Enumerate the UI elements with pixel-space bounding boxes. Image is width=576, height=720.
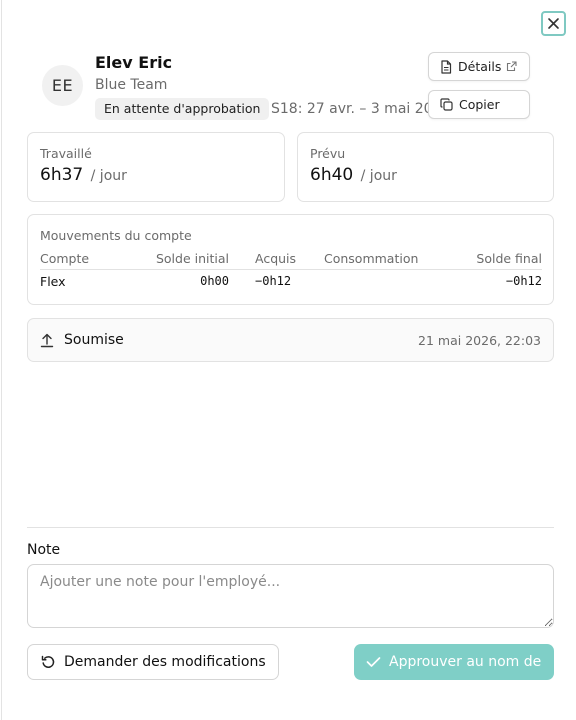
- employee-name: Elev Eric: [95, 53, 173, 72]
- divider: [27, 527, 554, 528]
- account-movements-card: Mouvements du compte Compte Solde initia…: [27, 214, 554, 305]
- column-header-consumption: Consommation: [324, 251, 444, 270]
- worked-unit: / jour: [90, 168, 127, 184]
- note-input[interactable]: [27, 564, 554, 628]
- check-icon: [366, 656, 381, 668]
- approve-label: Approuver au nom de: [389, 654, 542, 670]
- approval-panel: EE Elev Eric Blue Team En attente d'appr…: [1, 0, 576, 720]
- cell-account: Flex: [40, 273, 66, 289]
- worked-label: Travaillé: [40, 146, 92, 161]
- planned-label: Prévu: [310, 146, 346, 161]
- details-button-label: Détails: [458, 59, 502, 74]
- history-item: Soumise 21 mai 2026, 22:03: [27, 318, 554, 362]
- planned-value-row: 6h40 / jour: [310, 165, 397, 185]
- request-changes-label: Demander des modifications: [64, 654, 266, 670]
- column-header-account: Compte: [40, 251, 138, 270]
- history-timestamp: 21 mai 2026, 22:03: [418, 333, 541, 348]
- copy-icon: [440, 98, 453, 111]
- copy-button-label: Copier: [459, 97, 500, 112]
- worked-value: 6h37: [40, 165, 84, 185]
- details-button[interactable]: Détails: [428, 52, 530, 81]
- employee-team: Blue Team: [95, 77, 168, 93]
- worked-value-row: 6h37 / jour: [40, 165, 127, 185]
- table-row: Flex 0h00 −0h12 −0h12: [40, 269, 542, 293]
- close-button[interactable]: [541, 11, 566, 36]
- account-movements-table: Compte Solde initial Acquis Consommation…: [40, 251, 542, 293]
- undo-icon: [40, 654, 56, 670]
- cell-consumption: [324, 269, 444, 293]
- close-icon: [547, 17, 560, 30]
- status-badge: En attente d'approbation: [95, 98, 270, 120]
- column-header-final: Solde final: [444, 251, 542, 270]
- external-link-icon: [506, 61, 517, 72]
- note-label: Note: [27, 542, 61, 558]
- cell-final: −0h12: [505, 274, 542, 289]
- approve-button[interactable]: Approuver au nom de: [354, 644, 554, 680]
- avatar: EE: [42, 65, 83, 106]
- cell-initial: 0h00: [200, 274, 229, 289]
- document-icon: [440, 59, 452, 74]
- planned-value: 6h40: [310, 165, 354, 185]
- upload-icon: [40, 333, 54, 348]
- history-label: Soumise: [64, 332, 124, 348]
- request-changes-button[interactable]: Demander des modifications: [27, 644, 279, 680]
- copy-button[interactable]: Copier: [428, 90, 530, 119]
- planned-card: Prévu 6h40 / jour: [297, 132, 554, 202]
- account-movements-title: Mouvements du compte: [40, 228, 192, 243]
- planned-unit: / jour: [360, 168, 397, 184]
- worked-card: Travaillé 6h37 / jour: [27, 132, 285, 202]
- period-container: S18: 27 avr. – 3 mai 2026: [271, 99, 431, 119]
- table-header-row: Compte Solde initial Acquis Consommation…: [40, 251, 542, 270]
- period-label: S18: 27 avr. – 3 mai 2026: [271, 101, 431, 117]
- column-header-acquired: Acquis: [229, 251, 324, 270]
- column-header-initial: Solde initial: [138, 251, 229, 270]
- cell-acquired: −0h12: [255, 274, 292, 289]
